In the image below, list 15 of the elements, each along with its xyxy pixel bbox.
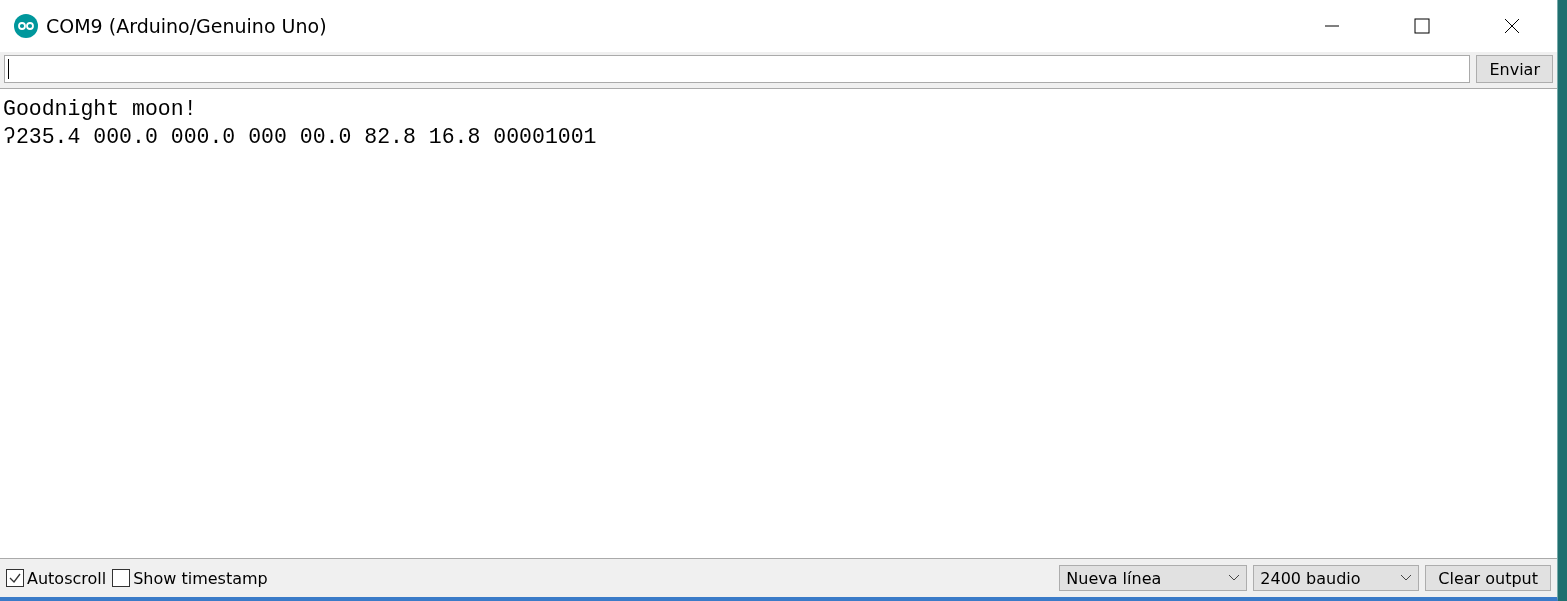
clear-output-button[interactable]: Clear output <box>1425 565 1551 591</box>
app-logo-icon <box>14 14 38 38</box>
chevron-down-icon <box>1400 574 1413 582</box>
chevron-down-icon <box>1228 574 1241 582</box>
checkbox[interactable] <box>112 569 131 587</box>
checkbox-label: Show timestamp <box>133 568 268 588</box>
window-title: COM9 (Arduino/Genuino Uno) <box>46 15 327 37</box>
line-ending-dropdown[interactable]: Nueva línea <box>1059 565 1248 591</box>
baud-rate-dropdown[interactable]: 2400 baudio <box>1253 565 1420 591</box>
output-line: Goodnight moon! <box>3 96 197 123</box>
checkbox-label: Autoscroll <box>27 568 107 588</box>
checkbox[interactable] <box>6 569 24 587</box>
output-line: ʔ235.4 000.0 000.0 000 00.0 82.8 16.8 00001001 <box>3 124 597 151</box>
send-button[interactable]: Enviar <box>1476 55 1553 83</box>
message-input-field[interactable] <box>4 55 1471 83</box>
